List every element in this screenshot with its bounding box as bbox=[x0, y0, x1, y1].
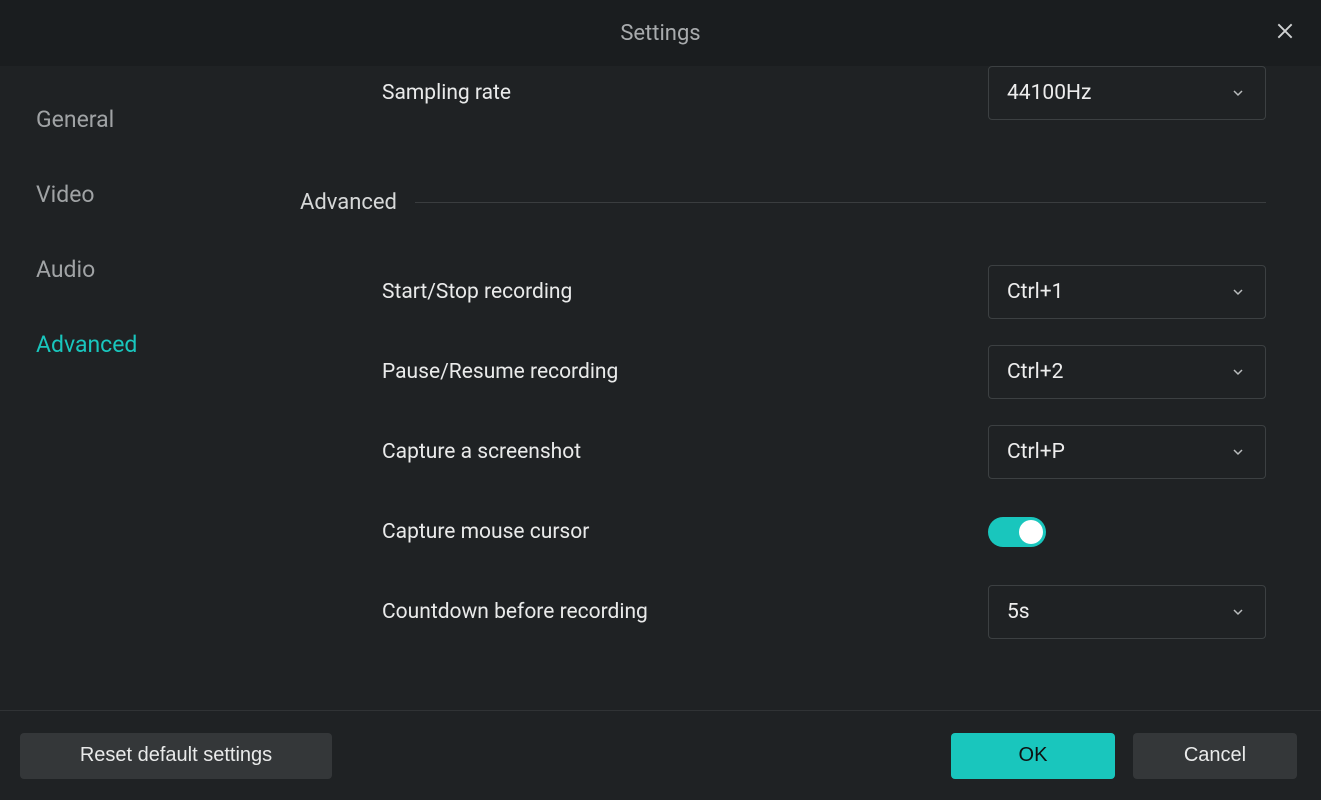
row-start-stop: Start/Stop recording Ctrl+1 bbox=[300, 265, 1266, 319]
ok-button[interactable]: OK bbox=[951, 733, 1115, 779]
label-capture-screenshot: Capture a screenshot bbox=[300, 440, 988, 464]
toggle-knob bbox=[1019, 520, 1043, 544]
close-icon bbox=[1275, 21, 1295, 45]
select-sampling-rate-value: 44100Hz bbox=[1007, 81, 1091, 105]
close-button[interactable] bbox=[1271, 19, 1299, 47]
chevron-down-icon bbox=[1229, 283, 1247, 301]
label-start-stop: Start/Stop recording bbox=[300, 280, 988, 304]
select-pause-resume-value: Ctrl+2 bbox=[1007, 360, 1063, 384]
titlebar: Settings bbox=[0, 0, 1321, 66]
chevron-down-icon bbox=[1229, 84, 1247, 102]
row-sampling-rate: Sampling rate 44100Hz bbox=[300, 66, 1266, 120]
sidebar-item-video[interactable]: Video bbox=[36, 181, 300, 208]
section-divider bbox=[415, 202, 1266, 203]
cancel-button[interactable]: Cancel bbox=[1133, 733, 1297, 779]
select-capture-screenshot-value: Ctrl+P bbox=[1007, 440, 1065, 464]
footer: Reset default settings OK Cancel bbox=[0, 710, 1321, 800]
label-capture-cursor: Capture mouse cursor bbox=[300, 520, 988, 544]
select-capture-screenshot[interactable]: Ctrl+P bbox=[988, 425, 1266, 479]
chevron-down-icon bbox=[1229, 363, 1247, 381]
label-pause-resume: Pause/Resume recording bbox=[300, 360, 988, 384]
chevron-down-icon bbox=[1229, 443, 1247, 461]
settings-content: Sampling rate 44100Hz Advanced Start/Sto… bbox=[300, 66, 1321, 710]
section-header-label: Advanced bbox=[300, 190, 415, 215]
toggle-capture-cursor[interactable] bbox=[988, 517, 1046, 547]
select-pause-resume[interactable]: Ctrl+2 bbox=[988, 345, 1266, 399]
row-pause-resume: Pause/Resume recording Ctrl+2 bbox=[300, 345, 1266, 399]
select-countdown-value: 5s bbox=[1007, 600, 1030, 624]
sidebar-item-general[interactable]: General bbox=[36, 106, 300, 133]
reset-button[interactable]: Reset default settings bbox=[20, 733, 332, 779]
sidebar-item-advanced[interactable]: Advanced bbox=[36, 331, 300, 358]
body: General Video Audio Advanced Sampling ra… bbox=[0, 66, 1321, 710]
select-sampling-rate[interactable]: 44100Hz bbox=[988, 66, 1266, 120]
row-countdown: Countdown before recording 5s bbox=[300, 585, 1266, 639]
select-start-stop-value: Ctrl+1 bbox=[1007, 280, 1063, 304]
section-header-advanced: Advanced bbox=[300, 190, 1266, 215]
label-sampling-rate: Sampling rate bbox=[300, 81, 988, 105]
sidebar: General Video Audio Advanced bbox=[0, 66, 300, 710]
chevron-down-icon bbox=[1229, 603, 1247, 621]
sidebar-item-audio[interactable]: Audio bbox=[36, 256, 300, 283]
select-start-stop[interactable]: Ctrl+1 bbox=[988, 265, 1266, 319]
row-capture-screenshot: Capture a screenshot Ctrl+P bbox=[300, 425, 1266, 479]
window-title: Settings bbox=[620, 21, 700, 46]
label-countdown: Countdown before recording bbox=[300, 600, 988, 624]
select-countdown[interactable]: 5s bbox=[988, 585, 1266, 639]
row-capture-cursor: Capture mouse cursor bbox=[300, 505, 1266, 559]
